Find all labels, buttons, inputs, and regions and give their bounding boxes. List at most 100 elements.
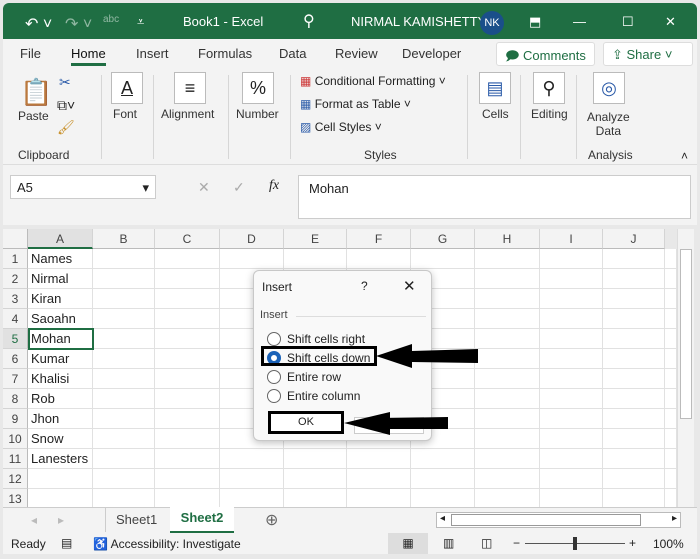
cell[interactable] (540, 329, 603, 349)
cell[interactable] (347, 469, 411, 489)
row-header[interactable]: 13 (3, 489, 28, 509)
row-header[interactable]: 2 (3, 269, 28, 289)
cut-icon[interactable]: ✂ (59, 74, 71, 91)
row-header[interactable]: 9 (3, 409, 28, 429)
column-header[interactable]: I (540, 229, 603, 249)
row-header[interactable]: 1 (3, 249, 28, 269)
analyze-data-button[interactable]: Analyze Data (587, 110, 630, 138)
copy-icon[interactable]: ⧉˅ (57, 97, 75, 114)
cell[interactable] (475, 289, 540, 309)
cell[interactable] (603, 349, 665, 369)
column-header[interactable]: C (155, 229, 220, 249)
cell[interactable] (93, 409, 155, 429)
cell[interactable] (155, 489, 220, 509)
conditional-formatting-button[interactable]: ▦ Conditional Formatting ˅ (300, 74, 446, 88)
cell[interactable] (93, 349, 155, 369)
zoom-out-button[interactable]: − (513, 536, 520, 550)
cell[interactable] (475, 349, 540, 369)
cell[interactable] (603, 429, 665, 449)
radio-label[interactable]: Shift cells right (287, 332, 365, 346)
cell[interactable] (540, 269, 603, 289)
cell[interactable] (93, 269, 155, 289)
cell[interactable] (155, 469, 220, 489)
row-header[interactable]: 3 (3, 289, 28, 309)
add-sheet-icon[interactable]: ⊕ (265, 510, 278, 530)
close-icon[interactable]: ✕ (403, 277, 416, 295)
cell[interactable] (665, 489, 677, 509)
cell[interactable] (155, 449, 220, 469)
cell[interactable] (540, 429, 603, 449)
paste-icon[interactable]: 📋 (20, 77, 52, 108)
cell[interactable] (155, 309, 220, 329)
format-as-table-button[interactable]: ▦ Format as Table ˅ (300, 97, 411, 111)
cell[interactable] (603, 409, 665, 429)
editing-icon[interactable]: ⚲ (533, 72, 565, 104)
zoom-slider-thumb[interactable] (573, 537, 577, 550)
cell[interactable] (665, 409, 677, 429)
cell[interactable] (603, 289, 665, 309)
column-header[interactable]: J (603, 229, 665, 249)
cells-icon[interactable]: ▤ (479, 72, 511, 104)
insert-function-icon[interactable]: fx (269, 178, 279, 194)
cell[interactable]: Lanesters (28, 449, 93, 469)
cell[interactable] (155, 269, 220, 289)
row-header[interactable]: 10 (3, 429, 28, 449)
cell[interactable] (28, 469, 93, 489)
tab-home[interactable]: Home (71, 46, 106, 66)
zoom-level[interactable]: 100% (653, 537, 684, 551)
spelling-icon[interactable]: abc (103, 14, 119, 25)
cell[interactable] (93, 469, 155, 489)
horizontal-scrollbar[interactable]: ◂ ▸ (436, 512, 681, 528)
cell[interactable]: Nirmal (28, 269, 93, 289)
cell[interactable] (540, 489, 603, 509)
cell[interactable] (665, 429, 677, 449)
column-header[interactable]: E (284, 229, 347, 249)
cell[interactable] (93, 389, 155, 409)
cell[interactable]: Saoahn (28, 309, 93, 329)
font-icon[interactable]: A (111, 72, 143, 104)
cell[interactable] (665, 289, 677, 309)
format-painter-icon[interactable]: 🖌 (57, 119, 75, 136)
cell[interactable] (93, 489, 155, 509)
maximize-icon[interactable]: ☐ (622, 14, 634, 30)
name-box[interactable]: A5 ▾ (10, 175, 156, 199)
tab-data[interactable]: Data (279, 46, 306, 61)
cell[interactable] (603, 329, 665, 349)
collapse-ribbon-icon[interactable]: ˄ (681, 149, 688, 163)
cell[interactable] (540, 469, 603, 489)
cell[interactable] (284, 249, 347, 269)
cell[interactable] (155, 369, 220, 389)
alignment-icon[interactable]: ≡ (174, 72, 206, 104)
cell[interactable] (284, 449, 347, 469)
normal-view-icon[interactable]: ▦ (388, 533, 428, 554)
cell[interactable] (603, 489, 665, 509)
close-icon[interactable]: ✕ (665, 14, 676, 30)
cell[interactable] (665, 369, 677, 389)
row-header[interactable]: 4 (3, 309, 28, 329)
cell[interactable] (665, 349, 677, 369)
cell[interactable] (475, 329, 540, 349)
cell[interactable]: Khalisi (28, 369, 93, 389)
page-layout-icon[interactable]: ▥ (443, 536, 454, 550)
cell[interactable]: Names (28, 249, 93, 269)
search-icon[interactable]: ⚲ (303, 11, 315, 31)
cell[interactable] (411, 449, 475, 469)
cell[interactable] (28, 489, 93, 509)
cell[interactable] (603, 369, 665, 389)
cell-styles-button[interactable]: ▨ Cell Styles ˅ (300, 120, 382, 134)
tab-file[interactable]: File (20, 46, 41, 61)
cell[interactable]: Rob (28, 389, 93, 409)
cell[interactable] (347, 249, 411, 269)
cell[interactable] (540, 369, 603, 389)
cell[interactable] (665, 469, 677, 489)
cell[interactable] (665, 269, 677, 289)
cell[interactable] (155, 349, 220, 369)
cell[interactable] (665, 309, 677, 329)
radio-label[interactable]: Entire column (287, 389, 360, 403)
select-all-corner[interactable] (3, 229, 28, 249)
cell[interactable] (540, 449, 603, 469)
cell[interactable] (540, 249, 603, 269)
cell[interactable] (475, 449, 540, 469)
cell[interactable] (603, 469, 665, 489)
cell[interactable] (93, 249, 155, 269)
